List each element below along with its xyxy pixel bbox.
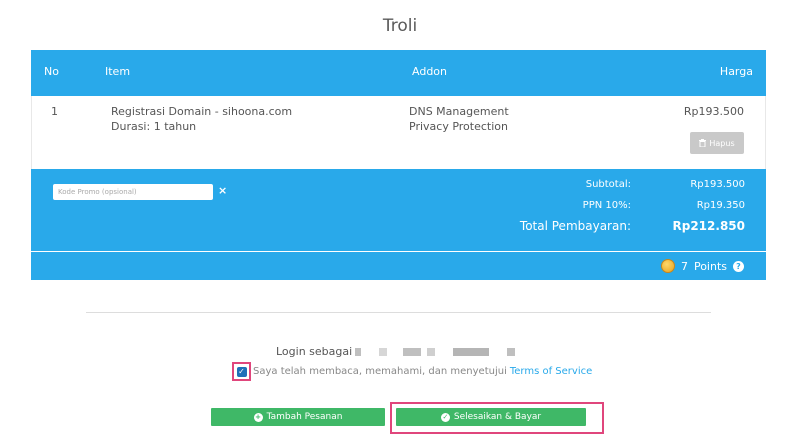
trash-icon — [699, 139, 707, 147]
tos-highlight-box: ✓ — [232, 362, 251, 381]
row-number: 1 — [51, 105, 58, 118]
login-label: Login sebagai — [276, 345, 353, 358]
cart-summary: × Subtotal: Rp193.500 PPN 10%: Rp19.350 … — [31, 169, 766, 251]
section-divider — [86, 312, 711, 313]
redacted-username — [355, 347, 362, 356]
header-price: Harga — [719, 65, 753, 78]
coin-icon — [660, 259, 675, 273]
tos-text: Saya telah membaca, memahami, dan menyet… — [253, 366, 507, 377]
checkout-label: Selesaikan & Bayar — [453, 412, 542, 422]
redacted-username — [453, 347, 490, 356]
points-info: 7 Points ? — [660, 259, 744, 273]
addon-dns: DNS Management — [409, 105, 509, 118]
tos-link[interactable]: Terms of Service — [510, 366, 592, 377]
item-duration: Durasi: 1 tahun — [111, 120, 197, 133]
page-title: Troli — [382, 16, 418, 36]
redacted-username — [507, 347, 516, 356]
cart-header: No Item Addon Harga — [31, 50, 766, 96]
addon-privacy: Privacy Protection — [409, 120, 508, 133]
plus-icon: + — [253, 412, 263, 422]
row-addons: DNS Management Privacy Protection — [409, 104, 509, 134]
points-value: 7 — [680, 259, 688, 273]
redacted-username — [427, 347, 436, 356]
points-bar: 7 Points ? — [31, 252, 766, 280]
cart-table: No Item Addon Harga 1 Registrasi Domain … — [31, 50, 766, 280]
header-no: No — [44, 65, 59, 78]
header-item: Item — [105, 65, 131, 78]
tos-agreement: ✓ Saya telah membaca, memahami, dan meny… — [232, 362, 592, 381]
subtotal-value: Rp193.500 — [690, 179, 745, 190]
redacted-username — [403, 347, 422, 356]
help-icon[interactable]: ? — [733, 260, 744, 272]
promo-code-input[interactable] — [53, 184, 213, 200]
login-info: Login sebagai — [276, 345, 516, 358]
delete-button[interactable]: Hapus — [690, 132, 744, 154]
table-row: 1 Registrasi Domain - sihoona.com Durasi… — [31, 96, 766, 169]
tax-value: Rp19.350 — [696, 200, 745, 211]
add-order-label: Tambah Pesanan — [266, 412, 343, 422]
subtotal-label: Subtotal: — [585, 179, 631, 190]
tos-checkbox[interactable]: ✓ — [236, 366, 247, 377]
redacted-username — [379, 347, 388, 356]
item-name: Registrasi Domain - sihoona.com — [111, 105, 293, 118]
header-addon: Addon — [412, 65, 447, 78]
total-label: Total Pembayaran: — [519, 219, 631, 233]
delete-label: Hapus — [709, 138, 735, 148]
add-order-button[interactable]: + Tambah Pesanan — [211, 408, 385, 426]
promo-clear-icon[interactable]: × — [218, 184, 227, 197]
tax-label: PPN 10%: — [582, 200, 631, 211]
row-price: Rp193.500 — [683, 105, 744, 118]
check-icon: ✓ — [440, 412, 450, 422]
row-item: Registrasi Domain - sihoona.com Durasi: … — [111, 104, 292, 134]
points-label: Points — [693, 259, 727, 273]
checkout-button[interactable]: ✓ Selesaikan & Bayar — [396, 408, 586, 426]
total-value: Rp212.850 — [672, 219, 746, 233]
